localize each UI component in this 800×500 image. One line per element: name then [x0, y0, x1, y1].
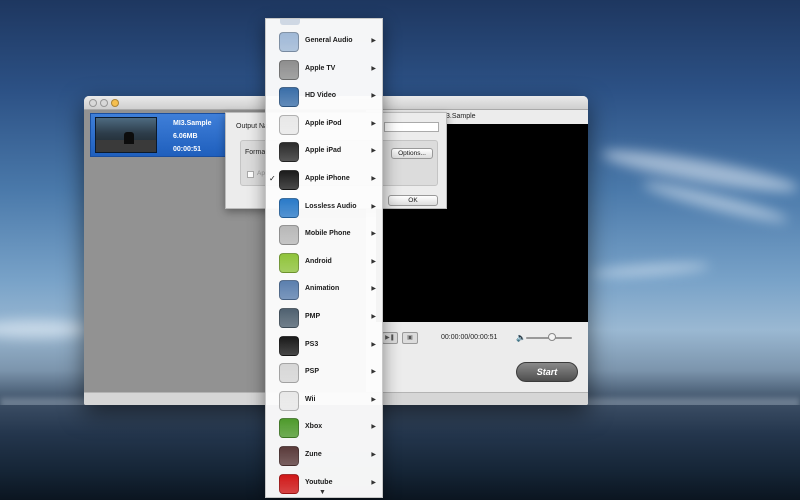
scroll-down-arrow-icon[interactable]: ▼: [319, 489, 326, 496]
menu-item-general-audio[interactable]: General Audio ▶: [266, 29, 382, 55]
options-button[interactable]: Options...: [391, 148, 433, 159]
minimize-window-button[interactable]: [100, 99, 108, 107]
preview-title: 3.Sample: [446, 113, 476, 120]
sea: [0, 405, 800, 500]
ok-button[interactable]: OK: [388, 195, 438, 206]
format-menu[interactable]: General Audio ▶ Apple TV ▶ HD Video ▶ Apple iP…: [265, 18, 383, 498]
menu-item-label: Android: [305, 257, 332, 265]
menu-item-mobile-phone[interactable]: Mobile Phone ▶: [266, 222, 382, 248]
submenu-arrow-icon: ▶: [371, 286, 376, 293]
youtube-icon: [279, 473, 299, 494]
menu-item-label: Apple iPhone: [305, 175, 350, 182]
submenu-arrow-icon: ▶: [371, 479, 376, 486]
snapshot-button[interactable]: ▣: [402, 332, 418, 344]
submenu-arrow-icon: ▶: [371, 148, 376, 155]
menu-item-label: Youtube: [305, 478, 333, 486]
submenu-arrow-icon: ▶: [371, 341, 376, 348]
submenu-arrow-icon: ▶: [371, 452, 376, 458]
output-name-label: Output Na: [236, 123, 268, 130]
menu-item-label: General Audio: [305, 37, 353, 44]
hd-video-icon: [279, 87, 299, 108]
menu-item-zune[interactable]: Zune ▶: [266, 443, 382, 469]
play-pause-button[interactable]: ▶❚: [382, 332, 398, 344]
submenu-arrow-icon: ▶: [371, 396, 376, 403]
menu-item-apple-ipod[interactable]: Apple iPod ▶: [266, 112, 382, 138]
menu-item-label: Zune: [305, 451, 322, 458]
iphone-icon: [279, 170, 299, 190]
menu-item-apple-iphone[interactable]: ✓ Apple iPhone ▶: [266, 167, 382, 193]
cloud: [0, 320, 90, 338]
scroll-up-indicator: [280, 19, 300, 25]
submenu-arrow-icon: ▶: [371, 65, 376, 72]
ps3-icon: [279, 335, 299, 356]
menu-item-label: Xbox: [305, 423, 323, 431]
menu-item-label: HD Video: [305, 92, 336, 100]
menu-item-label: Mobile Phone: [305, 230, 351, 238]
file-size: 6.06MB: [173, 133, 198, 140]
video-thumbnail: [95, 117, 157, 153]
ipod-icon: [279, 114, 299, 135]
submenu-arrow-icon: ▶: [371, 176, 376, 182]
submenu-arrow-icon: ▶: [371, 314, 376, 320]
wii-icon: [279, 390, 299, 411]
submenu-arrow-icon: ▶: [371, 231, 376, 238]
checkmark-icon: ✓: [269, 174, 276, 183]
xbox-icon: [279, 418, 299, 439]
menu-item-xbox[interactable]: Xbox ▶: [266, 415, 382, 441]
submenu-arrow-icon: ▶: [371, 424, 376, 431]
music-note-icon: [279, 32, 299, 52]
menu-item-label: Lossless Audio: [305, 202, 357, 210]
volume-slider-knob[interactable]: [548, 333, 556, 341]
submenu-arrow-icon: ▶: [371, 369, 376, 376]
menu-item-label: Animation: [305, 285, 340, 293]
menu-item-hd-video[interactable]: HD Video ▶: [266, 84, 382, 110]
mobile-phone-icon: [279, 225, 299, 246]
close-window-button[interactable]: [89, 99, 97, 107]
menu-item-label: PS3: [305, 340, 319, 348]
menu-item-label: PSP: [305, 368, 320, 376]
android-icon: [279, 252, 299, 273]
lossless-audio-icon: [279, 197, 299, 218]
format-label: Format: [245, 149, 268, 156]
playback-controls: ▶❚ ▣ 00:00:00/00:00:51 🔈: [376, 328, 588, 348]
psp-icon: [279, 363, 299, 384]
menu-item-apple-tv[interactable]: Apple TV ▶: [266, 57, 382, 83]
submenu-arrow-icon: ▶: [371, 120, 376, 127]
menu-item-pmp[interactable]: PMP ▶: [266, 305, 382, 331]
apple-tv-icon: [279, 59, 299, 80]
menu-item-label: PMP: [305, 313, 321, 320]
menu-item-label: Wii: [305, 395, 316, 403]
menu-item-label: Apple iPod: [305, 119, 342, 127]
menu-item-label: Apple TV: [305, 64, 336, 72]
submenu-arrow-icon: ▶: [371, 93, 376, 100]
zoom-window-button[interactable]: [111, 99, 119, 107]
menu-item-ps3[interactable]: PS3 ▶: [266, 333, 382, 359]
menu-item-android[interactable]: Android ▶: [266, 250, 382, 276]
apply-checkbox[interactable]: [247, 171, 254, 178]
file-name: MI3.Sample: [173, 120, 212, 127]
volume-icon: 🔈: [516, 333, 526, 342]
zune-icon: [279, 446, 299, 466]
menu-item-lossless-audio[interactable]: Lossless Audio ▶: [266, 195, 382, 221]
file-list-item[interactable]: MI3.Sample 6.06MB 00:00:51: [90, 113, 228, 157]
submenu-arrow-icon: ▶: [371, 203, 376, 210]
timecode: 00:00:00/00:00:51: [441, 334, 498, 341]
menu-item-animation[interactable]: Animation ▶: [266, 277, 382, 303]
cloud: [589, 260, 711, 280]
menu-item-apple-ipad[interactable]: Apple iPad ▶: [266, 139, 382, 165]
submenu-arrow-icon: ▶: [371, 38, 376, 44]
menu-item-psp[interactable]: PSP ▶: [266, 360, 382, 386]
pmp-icon: [279, 308, 299, 328]
file-duration: 00:00:51: [173, 146, 202, 153]
ipad-icon: [279, 142, 299, 163]
film-strip-icon: [279, 280, 299, 301]
start-button[interactable]: Start: [516, 362, 578, 382]
menu-item-wii[interactable]: Wii ▶: [266, 388, 382, 414]
output-name-field[interactable]: [384, 122, 439, 132]
menu-item-label: Apple iPad: [305, 147, 342, 155]
submenu-arrow-icon: ▶: [371, 258, 376, 265]
